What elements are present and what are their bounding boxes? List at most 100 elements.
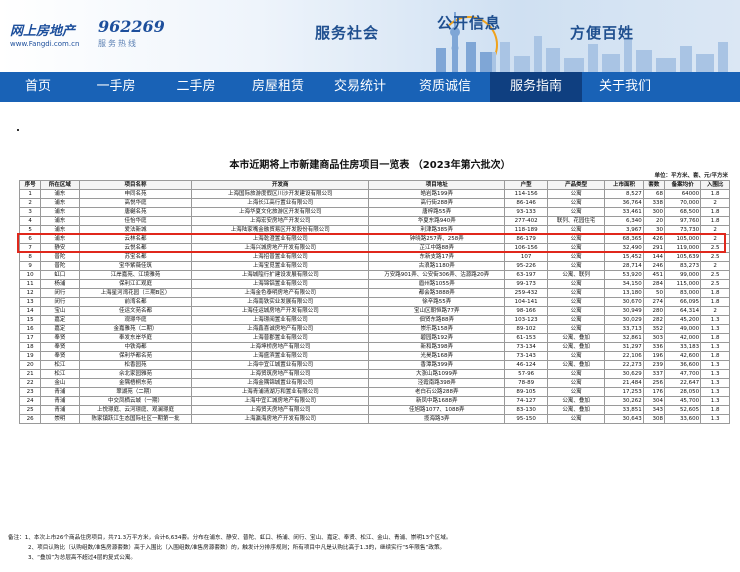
note-2: 2、项目认购比（认购组数/准售房源套数）高于入围比（入围组数/准售房源套数）的，… [28, 545, 446, 551]
table-cell: 34,150 [604, 279, 644, 289]
table-cell: 公寓 [546, 207, 606, 217]
table-cell: 300 [642, 207, 666, 217]
table-header-row: 序号 所在区域 项目名称 开发商 项目地址 户型 产品类型 上市面积 套数 备案均价 入围比 [18, 180, 730, 190]
table-cell: 32,861 [604, 333, 644, 343]
table-cell: 浦东 [40, 189, 80, 199]
table-cell: 1.8 [700, 297, 730, 307]
table-cell: 上海中宜汇城房地产有限公司 [191, 396, 370, 406]
table-cell: 13,180 [604, 288, 644, 298]
table-cell: 239 [642, 360, 666, 370]
table-cell: 303 [642, 333, 666, 343]
table-cell: 公寓 [546, 198, 606, 208]
table-cell: 上海盛滨置业有限公司 [191, 351, 370, 361]
nav-item-home[interactable]: 首页 [0, 72, 76, 102]
table-cell: 22,106 [604, 351, 644, 361]
table-cell: 浦东 [40, 207, 80, 217]
table-cell: 78-89 [504, 378, 548, 388]
table-cell: 1.3 [700, 360, 730, 370]
table-cell: 上海鑫喜诚房地产有限公司 [191, 324, 370, 334]
table-cell: 上海贸天房地产有限公司 [191, 405, 370, 415]
table-row: 24 青浦 中交凤栖云城（一期） 上海中宜汇城房地产有限公司 新凤中路1688弄 74-1… [18, 396, 730, 406]
table-cell: 2 [700, 261, 730, 271]
table-cell: 8,527 [604, 189, 644, 199]
table-cell: 33,851 [604, 405, 644, 415]
table-cell: 公寓 [546, 252, 606, 262]
table-row: 20 松江 松香园苑 上海中宜江城置业有限公司 香潭路399弄 46-124 公寓、叠加 22… [18, 360, 730, 370]
table-cell: 1.8 [700, 216, 730, 226]
nav-item-credentials[interactable]: 资质诚信 [400, 72, 490, 102]
table-cell: 公寓、叠加 [546, 333, 606, 343]
nav-item-statistics[interactable]: 交易统计 [320, 72, 400, 102]
table-cell: 49,000 [663, 324, 702, 334]
table-cell: 24 [18, 396, 42, 406]
table-cell: 2.5 [700, 270, 730, 280]
table-cell: 64,314 [663, 306, 702, 316]
table-cell: 13 [18, 297, 42, 307]
table-cell: 68 [642, 189, 666, 199]
table-cell: 上海国际旅游度假区川沙开发建设有限公司 [191, 189, 370, 199]
table-cell: 上海锦铝置业有限公司 [191, 279, 370, 289]
table-cell: 公寓 [546, 297, 606, 307]
nav-item-service-guide[interactable]: 服务指南 [490, 72, 582, 102]
table-cell: 1.8 [700, 333, 730, 343]
table-cell: 104-141 [504, 297, 548, 307]
nav-item-rental[interactable]: 房屋租赁 [236, 72, 320, 102]
table-cell: 73-143 [504, 351, 548, 361]
table-cell: 2.5 [700, 252, 730, 262]
table-cell: 中铁海都 [78, 342, 193, 352]
table-cell: 万安路901弄、公安街306弄、沽源路20弄 [368, 270, 506, 280]
table-cell: 246 [642, 261, 666, 271]
column-header: 上市面积 [604, 180, 644, 190]
table-row: 4 浦东 佳怡华庭 上海宏安房地产开发公司 华夏东路940弄 277-402 联列、花园住宅… [18, 216, 730, 226]
table-cell: 280 [642, 306, 666, 316]
table-cell: 公寓 [546, 378, 606, 388]
table-cell: 徐辛路55弄 [368, 297, 506, 307]
table-cell: 奉贤 [40, 342, 80, 352]
column-header: 入围比 [700, 180, 730, 190]
table-cell: 公寓、叠加 [546, 405, 606, 415]
table-cell: 20 [642, 216, 666, 226]
table-cell: 10 [18, 270, 42, 280]
table-cell: 66,095 [663, 297, 702, 307]
table-cell: 老白石公路288弄 [368, 387, 506, 397]
table-cell: 33,713 [604, 324, 644, 334]
table-cell: 1.3 [700, 369, 730, 379]
table-cell: 74-127 [504, 396, 548, 406]
table-cell: 4 [18, 216, 42, 226]
nav-item-about-us[interactable]: 关于我们 [582, 72, 668, 102]
table-cell: 304 [642, 396, 666, 406]
table-cell: 苏宝名都 [78, 252, 193, 262]
table-cell: 普陀 [40, 252, 80, 262]
table-row: 13 闵行 前湾名都 上海南铁实业发展有限公司 徐辛路55弄 104-141 公寓 30,67… [18, 297, 730, 307]
table-cell: 佳旭路1077、1088弄 [368, 405, 506, 415]
table-cell: 宝山区朝恒路77弄 [368, 306, 506, 316]
table-cell: 352 [642, 324, 666, 334]
table-cell: 30,029 [604, 315, 644, 325]
table-cell: 36,764 [604, 198, 644, 208]
table-cell: 古浪路1180弄 [368, 261, 506, 271]
table-cell: 17 [18, 333, 42, 343]
table-cell: 公寓 [546, 306, 606, 316]
nav-item-resale-homes[interactable]: 二手房 [156, 72, 236, 102]
table-cell: 金山 [40, 378, 80, 388]
table-row: 15 嘉定 观璟华庭 上海璟阅置业有限公司 佃贤东路88弄 103-123 公寓 30,029… [18, 315, 730, 325]
nav-item-new-homes[interactable]: 一手房 [76, 72, 156, 102]
table-row: 1 浦东 申同名苑 上海国际旅游度假区川沙开发建设有限公司 皓岩路199弄 114-156… [18, 189, 730, 199]
table-cell: 上海佳运城房地产开发有限公司 [191, 306, 370, 316]
table-cell: 284 [642, 279, 666, 289]
table-cell: 70,000 [663, 198, 702, 208]
table-cell: 上海招普置业有限公司 [191, 252, 370, 262]
site-logo[interactable]: 网上房地产 www.Fangdi.com.cn [10, 20, 80, 54]
table-cell: 105,639 [663, 252, 702, 262]
table-cell: 23 [18, 387, 42, 397]
table-cell: 公寓、联列 [546, 270, 606, 280]
table-cell: 嘉定 [40, 324, 80, 334]
table-cell: 18 [18, 342, 42, 352]
table-cell: 观璟华庭 [78, 315, 193, 325]
table-cell: 1.8 [700, 207, 730, 217]
table-cell: 33,461 [604, 207, 644, 217]
table-cell: 53,920 [604, 270, 644, 280]
table-cell: 36,600 [663, 360, 702, 370]
table-cell: 上海宏安房地产开发公司 [191, 216, 370, 226]
column-header: 产品类型 [546, 180, 606, 190]
